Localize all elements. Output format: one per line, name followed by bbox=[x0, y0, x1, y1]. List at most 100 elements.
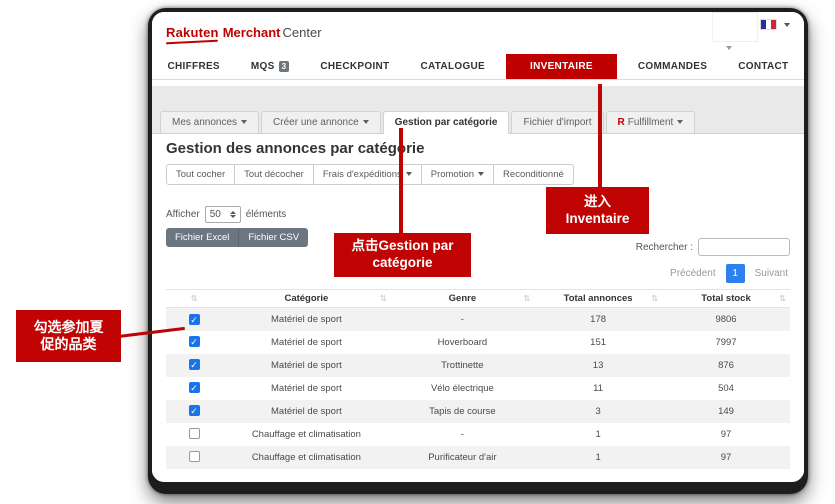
cell-genre: - bbox=[460, 428, 464, 440]
cell-total-stock: 97 bbox=[662, 445, 790, 469]
nav-item-mqs[interactable]: MQS 3 bbox=[241, 54, 299, 79]
column-header-select[interactable]: ⇅ bbox=[166, 289, 223, 308]
cell-categorie: Matériel de sport bbox=[222, 399, 391, 423]
promotion-dropdown[interactable]: Promotion bbox=[421, 164, 495, 185]
cell-categorie: Matériel de sport bbox=[271, 382, 342, 394]
pagination-next[interactable]: Suivant bbox=[753, 265, 790, 282]
nav-item-checkpoint[interactable]: CHECKPOINT bbox=[310, 54, 399, 79]
table-row: Matériel de sport Trottinette 13 876 bbox=[166, 353, 790, 377]
annotation-text: Inventaire bbox=[565, 210, 630, 226]
sort-icon: ⇅ bbox=[190, 294, 198, 303]
cell-categorie: Matériel de sport bbox=[271, 336, 342, 348]
language-selector[interactable] bbox=[760, 19, 790, 30]
elements-label: éléments bbox=[245, 209, 287, 220]
page-title: Gestion des annonces par catégorie bbox=[166, 140, 425, 157]
cell-total-stock: 149 bbox=[662, 399, 790, 423]
row-checkbox[interactable] bbox=[188, 382, 200, 394]
row-checkbox[interactable] bbox=[188, 405, 200, 417]
shipping-fees-dropdown[interactable]: Frais d'expéditions bbox=[313, 164, 422, 185]
row-checkbox[interactable] bbox=[188, 336, 200, 348]
table-row: Matériel de sport Tapis de course 3 149 bbox=[166, 399, 790, 423]
button-label: Tout cocher bbox=[176, 169, 226, 180]
cell-total-annonces: 1 bbox=[595, 428, 601, 440]
sort-icon: ⇅ bbox=[651, 294, 659, 303]
annotation-text: 促的品类 bbox=[40, 336, 97, 352]
tab-fulfillment[interactable]: R Fulfillment bbox=[605, 111, 696, 133]
table-header-row: ⇅ Catégorie ⇅ Genre ⇅ Total annonces ⇅ Tota… bbox=[166, 289, 790, 308]
nav-label: CATALOGUE bbox=[420, 61, 486, 72]
annotation-check-categories: 勾选参加夏 促的品类 bbox=[16, 310, 121, 362]
row-checkbox[interactable] bbox=[188, 359, 200, 371]
button-label: Fichier Excel bbox=[175, 232, 230, 243]
annotation-click-category: 点击Gestion par catégorie bbox=[334, 233, 471, 277]
uncheck-all-button[interactable]: Tout décocher bbox=[235, 164, 314, 185]
column-label: Catégorie bbox=[284, 293, 329, 304]
cell-genre: Purificateur d'air bbox=[390, 445, 535, 469]
nav-label: CHECKPOINT bbox=[320, 61, 390, 72]
sort-icon: ⇅ bbox=[779, 294, 786, 303]
column-header-categorie[interactable]: Catégorie ⇅ bbox=[222, 289, 391, 308]
tab-fichier-import[interactable]: Fichier d'import bbox=[511, 111, 604, 133]
rakuten-r-icon: R bbox=[617, 117, 625, 128]
logo-underline bbox=[165, 39, 219, 45]
nav-item-commandes[interactable]: COMMANDES bbox=[628, 54, 717, 79]
nav-item-catalogue[interactable]: CATALOGUE bbox=[410, 54, 495, 79]
sort-icon: ⇅ bbox=[379, 294, 387, 303]
chevron-down-icon[interactable] bbox=[726, 46, 732, 50]
chevron-down-icon bbox=[405, 172, 412, 177]
page-length-value: 50 bbox=[209, 209, 221, 220]
annotation-text: 进入 bbox=[584, 193, 611, 209]
annotation-line-inventaire bbox=[598, 84, 602, 190]
nav-item-inventaire[interactable]: INVENTAIRE bbox=[506, 54, 617, 79]
main-content: Gestion des annonces par catégorie Tout … bbox=[152, 134, 804, 476]
column-header-genre[interactable]: Genre ⇅ bbox=[390, 289, 535, 308]
pagination-current-page[interactable]: 1 bbox=[725, 264, 745, 283]
row-checkbox[interactable] bbox=[188, 451, 200, 463]
column-label: Genre bbox=[448, 293, 477, 304]
table-row: Matériel de sport Vélo électrique 11 504 bbox=[166, 377, 790, 400]
category-table: ⇅ Catégorie ⇅ Genre ⇅ Total annonces ⇅ Tota… bbox=[166, 289, 790, 469]
column-header-total-annonces[interactable]: Total annonces ⇅ bbox=[534, 289, 663, 308]
row-checkbox[interactable] bbox=[188, 313, 200, 325]
pagination-previous[interactable]: Précédent bbox=[668, 265, 718, 282]
annotation-enter-inventaire: 进入 Inventaire bbox=[546, 187, 649, 234]
annotation-text: 点击Gestion par bbox=[351, 238, 454, 254]
search-label: Rechercher : bbox=[635, 241, 693, 253]
chevron-down-icon bbox=[784, 22, 790, 27]
button-label: Reconditionné bbox=[503, 169, 564, 180]
cell-total-stock: 504 bbox=[718, 382, 734, 394]
nav-item-contact[interactable]: CONTACT bbox=[728, 54, 798, 79]
tab-strip: Mes annonces Créer une annonce Gestion p… bbox=[152, 86, 804, 134]
button-label: Promotion bbox=[430, 169, 475, 180]
export-excel-button[interactable]: Fichier Excel bbox=[166, 228, 240, 247]
table-row: Chauffage et climatisation Purificateur … bbox=[166, 445, 790, 469]
pagination: Précédent 1 Suivant bbox=[668, 264, 790, 283]
export-csv-button[interactable]: Fichier CSV bbox=[239, 228, 309, 247]
nav-label: MQS bbox=[250, 61, 275, 72]
account-dropdown[interactable] bbox=[712, 12, 758, 42]
annotation-line-category bbox=[399, 128, 403, 235]
tab-label: Fichier d'import bbox=[523, 117, 592, 128]
column-header-total-stock[interactable]: Total stock ⇅ bbox=[662, 289, 790, 308]
check-all-button[interactable]: Tout cocher bbox=[166, 164, 236, 185]
page-length-select[interactable]: 50 bbox=[204, 206, 241, 223]
button-label: Fichier CSV bbox=[248, 232, 300, 243]
reconditioned-button[interactable]: Reconditionné bbox=[494, 164, 574, 185]
cell-categorie: Matériel de sport bbox=[222, 353, 391, 377]
cell-genre: Trottinette bbox=[390, 353, 535, 377]
french-flag-icon bbox=[760, 19, 777, 30]
tab-creer-une-annonce[interactable]: Créer une annonce bbox=[261, 111, 381, 133]
export-button-group: Fichier Excel Fichier CSV bbox=[166, 228, 309, 247]
row-checkbox[interactable] bbox=[188, 428, 200, 440]
main-nav: CHIFFRES MQS 3 CHECKPOINT CATALOGUE INVEN… bbox=[152, 54, 804, 80]
nav-item-chiffres[interactable]: CHIFFRES bbox=[158, 54, 230, 79]
spinner-icon bbox=[229, 211, 236, 218]
logo-rakuten: Rakuten bbox=[166, 25, 219, 40]
cell-total-stock: 876 bbox=[662, 353, 790, 377]
search-input[interactable] bbox=[698, 238, 790, 256]
app-header: Rakuten Merchant Center bbox=[152, 12, 804, 54]
tab-mes-annonces[interactable]: Mes annonces bbox=[160, 111, 260, 133]
table-row: Chauffage et climatisation - 1 97 bbox=[166, 423, 790, 446]
show-label: Afficher bbox=[166, 209, 200, 220]
cell-total-stock: 97 bbox=[720, 428, 732, 440]
